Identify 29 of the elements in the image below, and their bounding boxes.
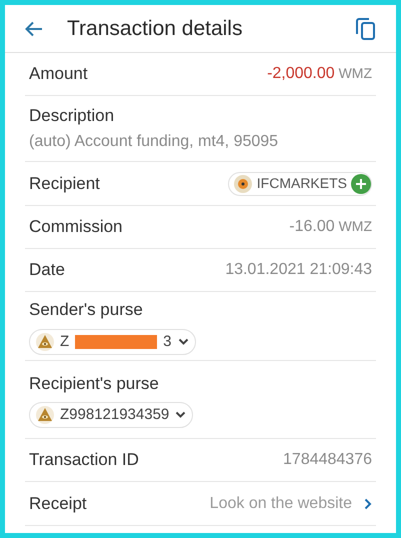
- field-label: Recipient: [29, 172, 100, 195]
- field-value: 1784484376: [283, 450, 372, 470]
- logo-icon: [232, 174, 253, 194]
- chevron-down-icon: [175, 411, 186, 420]
- page-title: Transaction details: [67, 16, 244, 42]
- purse-chip[interactable]: Z 3: [29, 328, 196, 355]
- field-label: Date: [29, 259, 65, 282]
- chevron-down-icon: [178, 338, 189, 346]
- field-label: Commission: [29, 216, 123, 238]
- field-value: 13.01.2021 21:09:43: [225, 260, 372, 280]
- field-label: Recipient's purse: [29, 372, 160, 395]
- copy-icon: [356, 18, 376, 40]
- back-button[interactable]: [25, 20, 43, 36]
- field-label: Sender's purse: [29, 299, 144, 322]
- pyramid-icon: [36, 406, 54, 424]
- field-label: Receipt: [29, 492, 87, 515]
- field-label: Description: [29, 104, 116, 127]
- field-value: -2,000.00 WMZ: [267, 64, 372, 84]
- back-arrow-icon: [25, 20, 43, 36]
- field-value: -16.00 WMZ: [289, 217, 372, 237]
- field-label: Amount: [29, 63, 88, 86]
- pyramid-icon: [36, 332, 54, 351]
- add-icon: [351, 174, 371, 194]
- field-label: Transaction ID: [29, 449, 139, 472]
- field-value: (auto) Account funding, mt4, 95095: [29, 132, 280, 152]
- chevron-right-icon: [364, 498, 372, 510]
- copy-button[interactable]: [356, 18, 376, 40]
- purse-chip[interactable]: Z998121934359: [29, 402, 194, 428]
- recipient-chip[interactable]: IFCMARKETS: [228, 172, 372, 196]
